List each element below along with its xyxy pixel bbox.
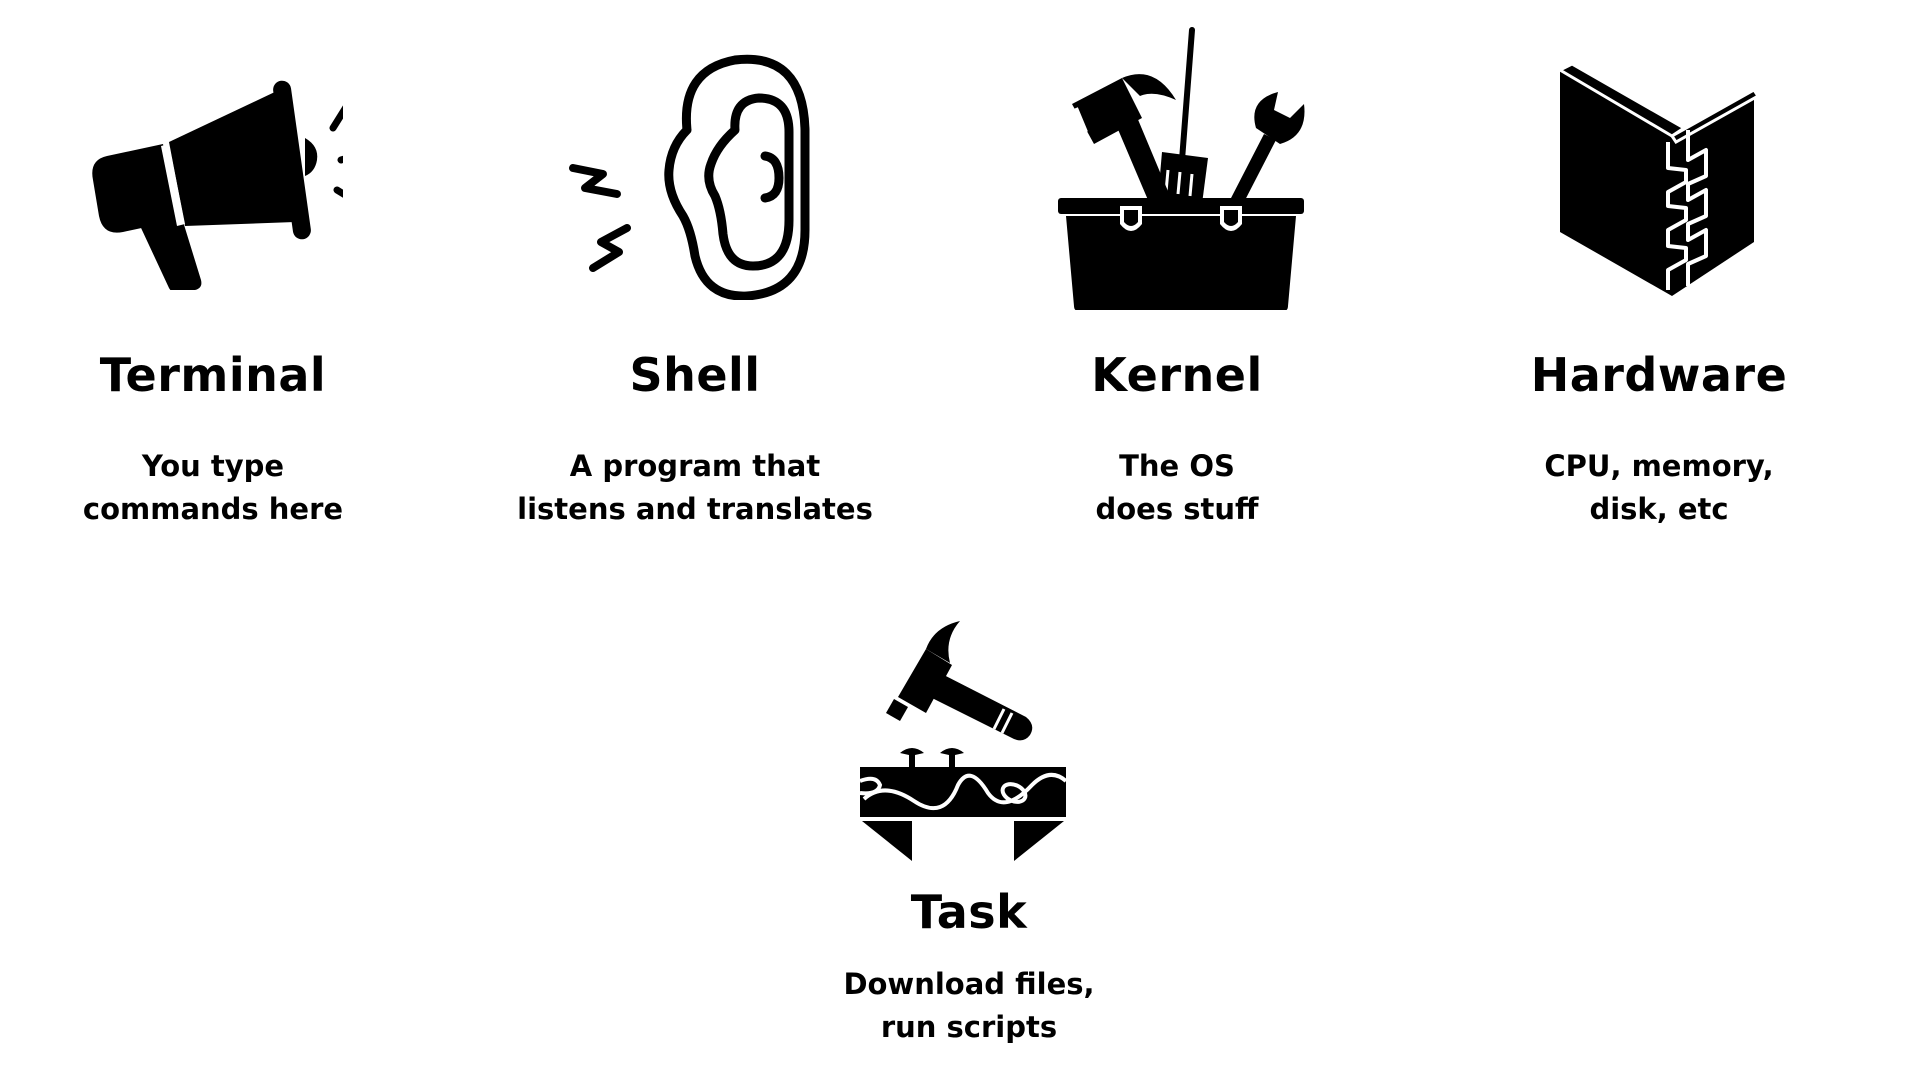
step-description-line: commands here: [82, 492, 344, 526]
step-terminal: Terminal You type commands here: [3, 0, 423, 560]
step-description: You type commands here: [3, 445, 423, 531]
step-title: Hardware: [1530, 348, 1788, 402]
step-task: Task Download files, run scripts: [759, 560, 1179, 1080]
step-description-line: A program that: [569, 449, 821, 483]
step-description-line: listens and translates: [517, 492, 873, 526]
hammer-workbench-icon: [854, 617, 1084, 867]
step-shell: Shell A program that listens and transla…: [485, 0, 905, 560]
toolbox-icon: [1042, 20, 1312, 310]
step-description-line: You type: [141, 449, 285, 483]
step-description: Download files, run scripts: [759, 963, 1179, 1049]
step-kernel: Kernel The OS does stuff: [967, 0, 1387, 560]
step-description-line: The OS: [1119, 449, 1235, 483]
step-title: Kernel: [1091, 348, 1263, 402]
step-description: A program that listens and translates: [485, 445, 905, 531]
step-description-line: disk, etc: [1589, 492, 1729, 526]
step-hardware: Hardware CPU, memory, disk, etc: [1449, 0, 1869, 560]
dovetail-joint-icon: [1544, 20, 1774, 300]
step-description-line: does stuff: [1095, 492, 1259, 526]
step-description: CPU, memory, disk, etc: [1449, 445, 1869, 531]
step-title: Task: [910, 885, 1028, 939]
step-description: The OS does stuff: [967, 445, 1387, 531]
step-description-line: CPU, memory,: [1544, 449, 1774, 483]
ear-icon: [565, 20, 825, 300]
step-title: Terminal: [99, 348, 327, 402]
step-description-line: Download files,: [843, 967, 1095, 1001]
step-title: Shell: [629, 348, 761, 402]
step-description-line: run scripts: [880, 1010, 1058, 1044]
megaphone-icon: [83, 20, 343, 290]
